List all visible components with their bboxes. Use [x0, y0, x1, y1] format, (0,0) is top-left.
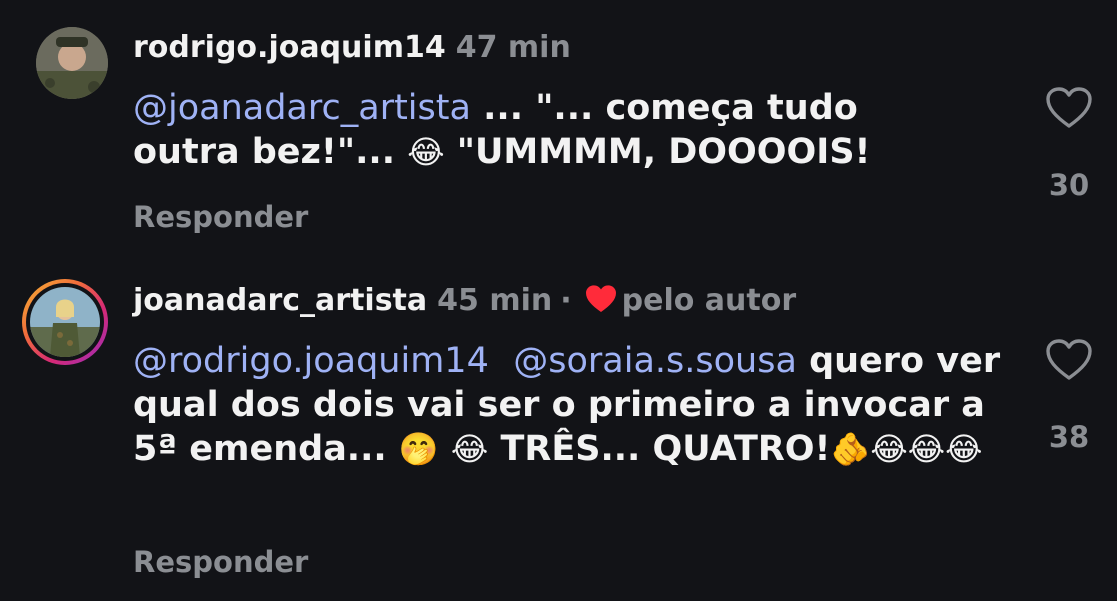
- avatar[interactable]: [36, 27, 108, 99]
- comment-header: rodrigo.joaquim14 47 min: [133, 30, 571, 66]
- avatar-photo-wrap: [30, 287, 100, 357]
- liked-by-author-label: pelo autor: [621, 283, 797, 318]
- laughing-emoji: 😂: [407, 133, 445, 171]
- mention[interactable]: @rodrigo.joaquim14: [133, 341, 489, 381]
- reply-button[interactable]: Responder: [133, 200, 308, 234]
- laughing-emoji: 😂: [450, 430, 489, 468]
- timestamp: 45 min: [437, 283, 553, 318]
- timestamp: 47 min: [455, 30, 571, 65]
- comment-text: @joanadarc_artista ... "... começa tudo …: [133, 86, 953, 174]
- mention[interactable]: @soraia.s.sousa: [513, 341, 797, 381]
- heart-outline-icon[interactable]: [1045, 86, 1093, 130]
- comment-1: rodrigo.joaquim14 47 min @joanadarc_artis…: [0, 0, 1117, 260]
- comment-text: @rodrigo.joaquim14 @soraia.s.sousa quero…: [133, 339, 1013, 471]
- liked-by-author: pelo autor: [584, 283, 797, 318]
- separator: ·: [560, 283, 572, 318]
- laughing-emoji-group: 😂😂😂: [870, 430, 983, 468]
- hand-over-mouth-emoji: 🤭: [398, 430, 439, 468]
- avatar-photo: [36, 27, 108, 99]
- avatar-photo: [30, 287, 100, 357]
- mention[interactable]: @joanadarc_artista: [133, 88, 471, 128]
- username[interactable]: rodrigo.joaquim14: [133, 30, 446, 65]
- avatar-ring-gap: [26, 283, 104, 361]
- comment-2: joanadarc_artista 45 min · pelo autor @rodr…: [0, 260, 1117, 601]
- comment-text-segment: [439, 429, 451, 469]
- reply-button[interactable]: Responder: [133, 545, 308, 579]
- comment-header: joanadarc_artista 45 min · pelo autor: [133, 283, 796, 319]
- heart-filled-icon: [585, 285, 616, 312]
- like-control: 38: [1039, 338, 1099, 454]
- heart-outline-icon[interactable]: [1045, 338, 1093, 382]
- username[interactable]: joanadarc_artista: [133, 283, 427, 318]
- like-count: 30: [1048, 168, 1090, 202]
- avatar[interactable]: [22, 279, 108, 365]
- comment-text-segment: "UMMMM, DOOOOIS!: [444, 132, 871, 172]
- comment-text-segment: [489, 341, 513, 381]
- like-count: 38: [1048, 420, 1090, 454]
- comment-text-segment: TRÊS... QUATRO!: [488, 429, 831, 469]
- like-control: 30: [1039, 86, 1099, 202]
- pointing-at-viewer-emoji: 🫵: [830, 430, 871, 468]
